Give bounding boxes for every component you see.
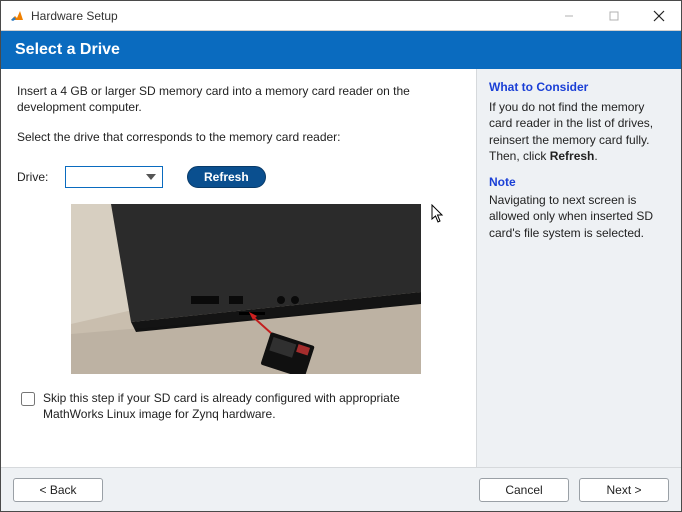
note-heading: Note	[489, 174, 669, 190]
drive-select[interactable]	[65, 166, 163, 188]
drive-label: Drive:	[17, 170, 65, 184]
page-title: Select a Drive	[1, 31, 681, 69]
skip-label[interactable]: Skip this step if your SD card is alread…	[43, 390, 443, 422]
consider-body-post: .	[594, 149, 597, 163]
close-button[interactable]	[636, 1, 681, 31]
hardware-setup-window: Hardware Setup Select a Drive Insert a 4…	[0, 0, 682, 512]
next-button[interactable]: Next >	[579, 478, 669, 502]
cancel-button[interactable]: Cancel	[479, 478, 569, 502]
main-pane: Insert a 4 GB or larger SD memory card i…	[1, 69, 476, 467]
consider-body-bold: Refresh	[550, 149, 595, 163]
side-pane: What to Consider If you do not find the …	[476, 69, 681, 467]
window-title: Hardware Setup	[31, 9, 118, 23]
content-row: Insert a 4 GB or larger SD memory card i…	[1, 69, 681, 467]
back-button[interactable]: < Back	[13, 478, 103, 502]
note-body: Navigating to next screen is allowed onl…	[489, 192, 669, 241]
sd-card-image	[71, 204, 462, 374]
intro-text: Insert a 4 GB or larger SD memory card i…	[17, 83, 462, 115]
drive-row: Drive: Refresh	[17, 166, 462, 188]
select-instruction: Select the drive that corresponds to the…	[17, 129, 462, 145]
consider-body: If you do not find the memory card reade…	[489, 99, 669, 164]
refresh-button[interactable]: Refresh	[187, 166, 266, 188]
titlebar: Hardware Setup	[1, 1, 681, 31]
matlab-icon	[9, 8, 25, 24]
skip-checkbox[interactable]	[21, 392, 35, 406]
chevron-down-icon	[140, 167, 162, 187]
consider-heading: What to Consider	[489, 79, 669, 95]
skip-row: Skip this step if your SD card is alread…	[17, 390, 462, 422]
maximize-button[interactable]	[591, 1, 636, 31]
minimize-button[interactable]	[546, 1, 591, 31]
footer: < Back Cancel Next >	[1, 467, 681, 511]
